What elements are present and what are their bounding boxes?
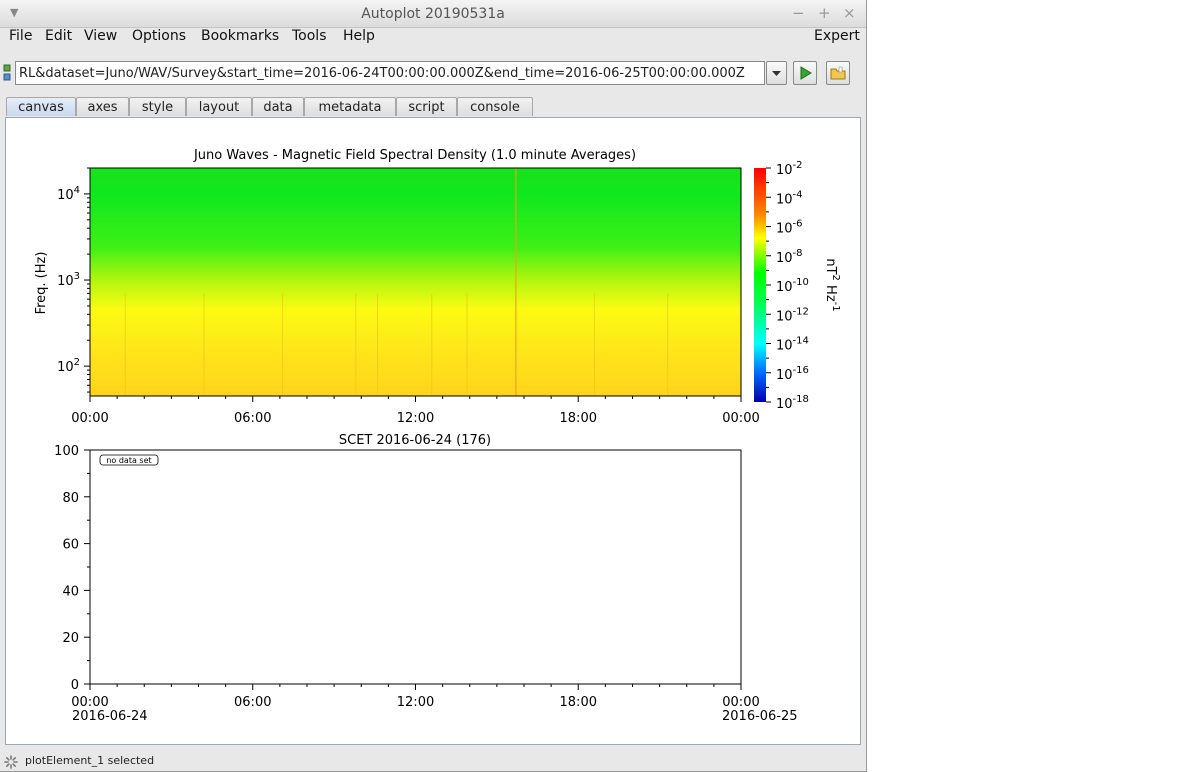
menu-view[interactable]: View	[84, 28, 117, 44]
colorbar-tick-label: 10-2	[776, 160, 803, 178]
spectrogram-y-label: Freq. (Hz)	[34, 252, 49, 315]
spectrogram-x-ticks: 00:00 06:00 12:00 18:00 00:00	[71, 396, 760, 426]
browse-button[interactable]	[826, 61, 850, 85]
window-title: Autoplot 20190531a	[361, 6, 505, 22]
menu-tools[interactable]: Tools	[292, 28, 327, 44]
tab-style[interactable]: style	[129, 97, 186, 116]
status-text: plotElement_1 selected	[25, 754, 155, 767]
busy-spinner-icon	[4, 755, 18, 769]
bottom-date-end: 2016-06-25	[722, 709, 798, 724]
menu-expert[interactable]: Expert	[814, 28, 860, 44]
tab-data[interactable]: data	[252, 97, 304, 116]
maximize-icon[interactable]: +	[818, 4, 831, 22]
bottom-y-tick-label: 20	[62, 631, 79, 646]
bottom-date-start: 2016-06-24	[72, 709, 148, 724]
spec-y-tick-label: 103	[57, 271, 80, 289]
tab-script[interactable]: script	[396, 97, 457, 116]
bottom-y-tick-label: 100	[54, 444, 79, 459]
play-icon	[800, 66, 812, 80]
colorbar-tick-label: 10-4	[776, 189, 803, 207]
bottom-x-tick-label: 18:00	[560, 695, 597, 710]
spectrogram-image[interactable]	[90, 168, 741, 396]
bottom-x-tick-label: 00:00	[722, 695, 759, 710]
colorbar-ticks: 10-2 10-4 10-6 10-8 10-10 10-12 10-14 10-16 10-1…	[766, 160, 809, 412]
bottom-y-tick-label: 0	[71, 678, 79, 693]
plot-svg[interactable]: Juno Waves - Magnetic Field Spectral Den…	[6, 118, 860, 744]
bottom-x-tick-label: 06:00	[234, 695, 271, 710]
menu-bookmarks[interactable]: Bookmarks	[201, 28, 279, 44]
tab-console[interactable]: console	[457, 97, 533, 116]
colorbar-tick-label: 10-18	[776, 394, 809, 412]
url-history-dropdown[interactable]	[766, 61, 787, 85]
colorbar-tick-label: 10-12	[776, 306, 809, 324]
url-input[interactable]: RL&dataset=Juno/WAV/Survey&start_time=20…	[15, 61, 765, 85]
colorbar-tick-label: 10-8	[776, 248, 803, 266]
colorbar-tick-label: 10-14	[776, 336, 809, 354]
close-icon[interactable]: ×	[843, 4, 856, 22]
minimize-icon[interactable]: −	[792, 4, 805, 22]
no-data-label: no data set	[106, 456, 151, 465]
spec-x-tick-label: 12:00	[397, 411, 434, 426]
tab-canvas[interactable]: canvas	[6, 97, 76, 116]
spectrogram-title: Juno Waves - Magnetic Field Spectral Den…	[193, 148, 636, 163]
tab-layout[interactable]: layout	[186, 97, 252, 116]
menu-edit[interactable]: Edit	[45, 28, 72, 44]
bottom-x-tick-label: 00:00	[71, 695, 108, 710]
menu-bar: File Edit View Options Bookmarks Tools H…	[0, 27, 866, 47]
spec-x-tick-label: 00:00	[71, 411, 108, 426]
drag-handle-icon[interactable]	[3, 63, 12, 83]
spec-x-tick-label: 00:00	[722, 411, 759, 426]
tab-axes[interactable]: axes	[76, 97, 129, 116]
menu-help[interactable]: Help	[343, 28, 375, 44]
spec-y-tick-label: 102	[57, 357, 80, 375]
spectrogram-x-caption: SCET 2016-06-24 (176)	[339, 433, 491, 448]
bottom-y-tick-label: 40	[62, 584, 79, 599]
colorbar[interactable]	[754, 168, 766, 402]
colorbar-tick-label: 10-6	[776, 219, 803, 237]
bottom-y-tick-label: 80	[62, 491, 79, 506]
tab-metadata[interactable]: metadata	[304, 97, 396, 116]
title-bar: ▼ Autoplot 20190531a − + ×	[0, 0, 866, 28]
bottom-x-ticks: 00:00 06:00 12:00 18:00 00:00	[71, 684, 760, 710]
status-bar: plotElement_1 selected	[0, 752, 866, 771]
menu-options[interactable]: Options	[132, 28, 186, 44]
menu-file[interactable]: File	[9, 28, 32, 44]
bottom-y-ticks: 0 20 40 60 80 100	[54, 444, 90, 693]
colorbar-tick-label: 10-10	[776, 277, 809, 295]
bottom-y-tick-label: 60	[62, 538, 79, 553]
bottom-x-tick-label: 12:00	[397, 695, 434, 710]
colorbar-label: nT2 Hz-1	[823, 258, 841, 311]
spec-y-tick-label: 104	[57, 185, 80, 203]
bottom-plot-frame[interactable]	[89, 449, 742, 685]
folder-icon	[830, 66, 846, 80]
colorbar-tick-label: 10-16	[776, 365, 809, 383]
go-button[interactable]	[793, 61, 817, 85]
url-row: RL&dataset=Juno/WAV/Survey&start_time=20…	[0, 60, 866, 90]
chevron-down-icon	[772, 71, 781, 76]
app-window: ▼ Autoplot 20190531a − + × File Edit Vie…	[0, 0, 867, 772]
spec-x-tick-label: 18:00	[560, 411, 597, 426]
spectrogram-y-ticks: 102 103 104	[57, 167, 90, 393]
spec-x-tick-label: 06:00	[234, 411, 271, 426]
plot-canvas[interactable]: Juno Waves - Magnetic Field Spectral Den…	[5, 117, 861, 745]
